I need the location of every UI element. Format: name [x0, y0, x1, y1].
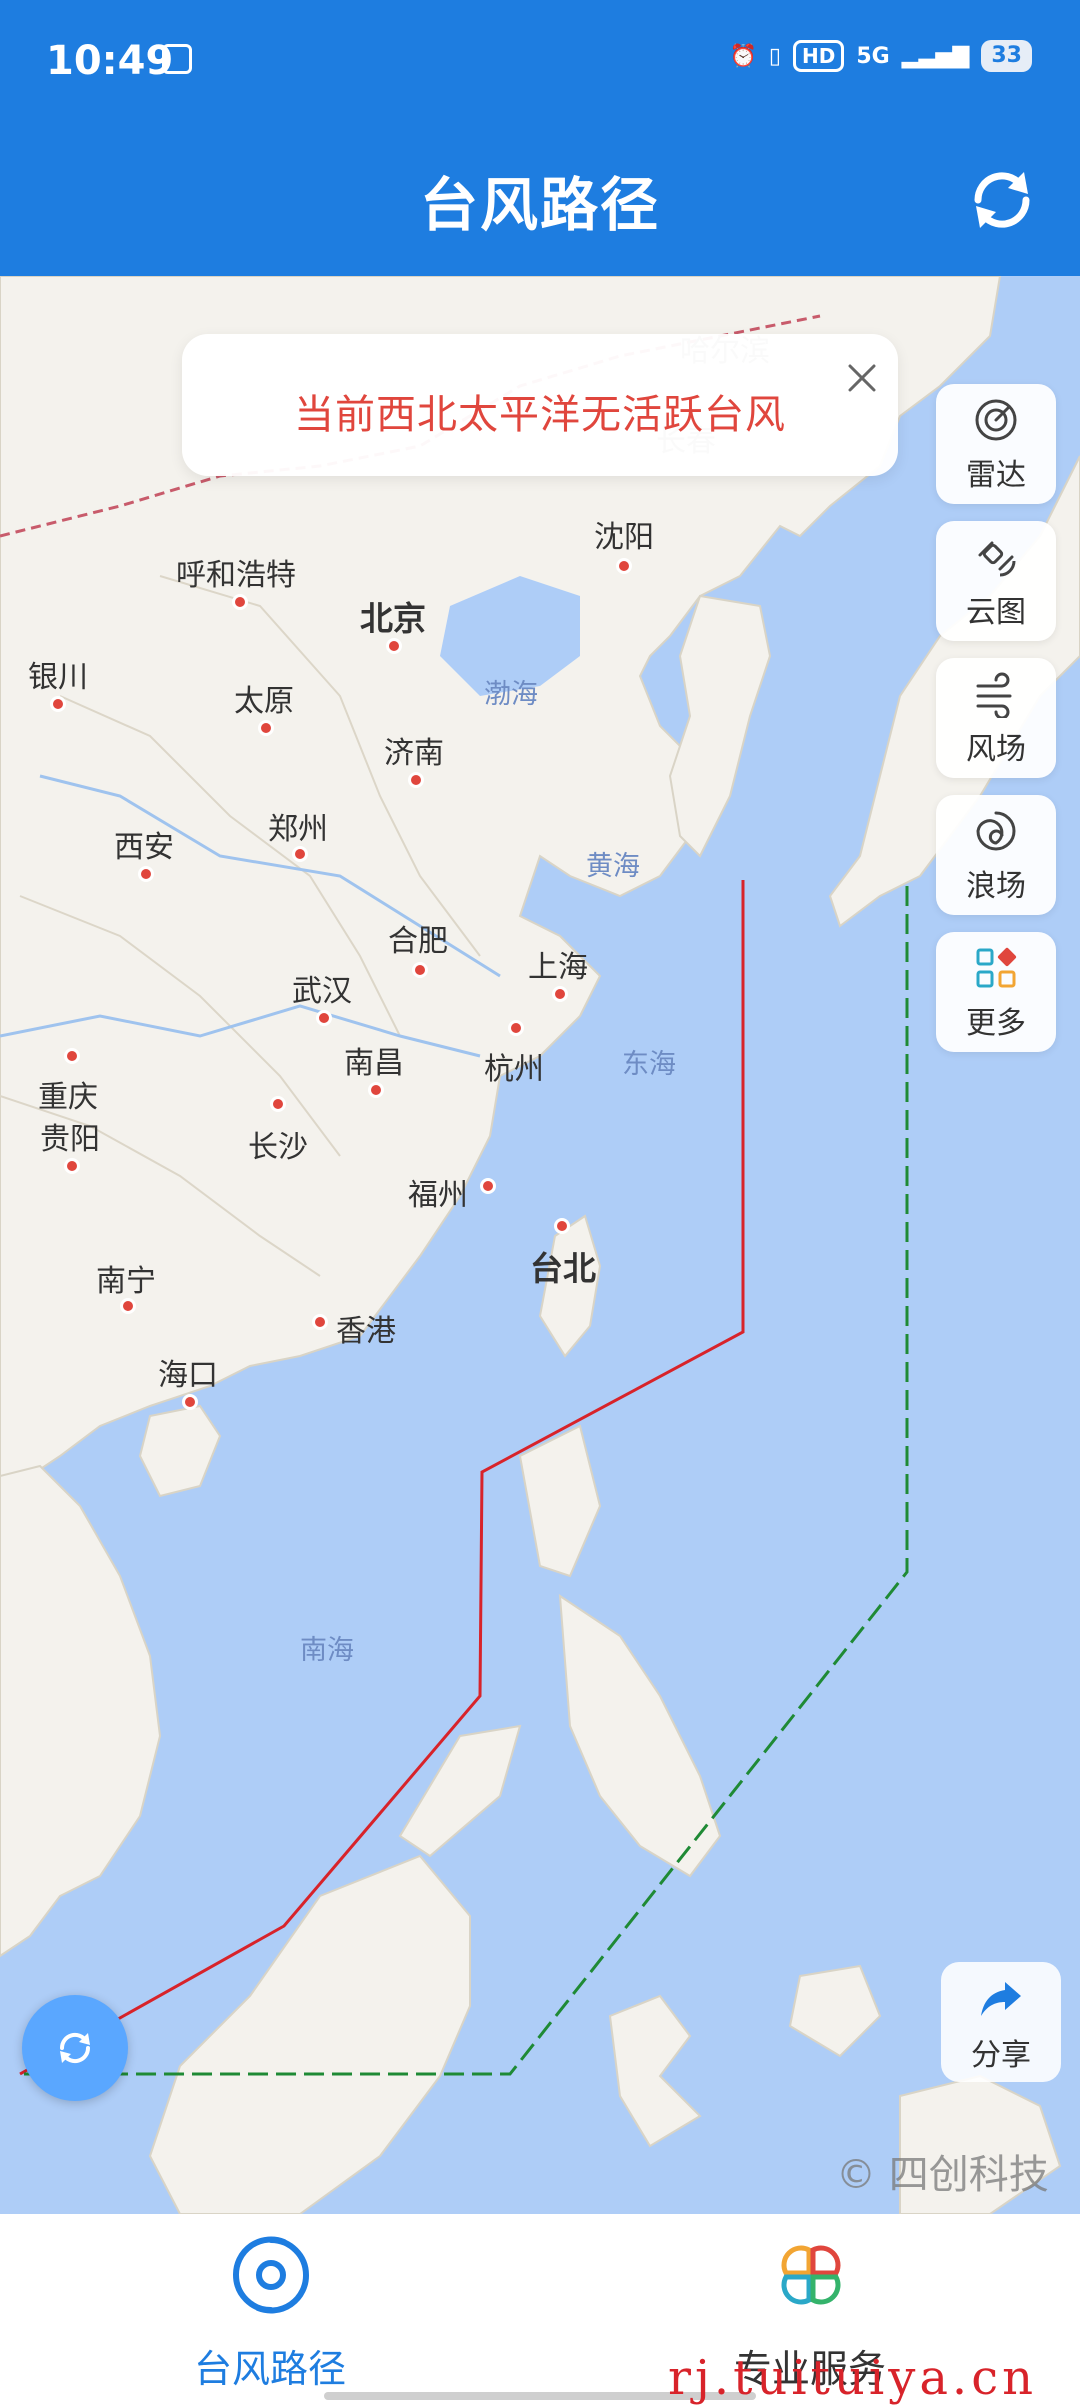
city-label: 台北 — [530, 1249, 596, 1288]
city-label: 银川 — [28, 660, 88, 695]
typhoon-status-banner: 当前西北太平洋无活跃台风 — [182, 334, 898, 476]
gallery-icon — [162, 44, 192, 74]
site-watermark: rj.tuituiya.cn — [668, 2350, 1037, 2406]
map-watermark: © 四创科技 — [836, 2152, 1049, 2198]
tab-typhoon-path-label: 台风路径 — [193, 2347, 346, 2391]
city-label: 太原 — [234, 684, 294, 719]
city-label: 香港 — [336, 1314, 396, 1349]
cloud-image-button[interactable]: 云图 — [936, 521, 1056, 641]
radar-button[interactable]: 雷达 — [936, 384, 1056, 504]
city-marker — [408, 772, 424, 788]
city-marker — [120, 1298, 136, 1314]
typhoon-icon — [232, 2236, 310, 2314]
city-label: 西安 — [114, 830, 174, 865]
cloud-image-label: 云图 — [966, 595, 1026, 630]
network-label: 5G — [856, 43, 890, 69]
map-refresh-button[interactable] — [22, 1995, 128, 2101]
city-label: 南宁 — [96, 1264, 156, 1299]
city-marker — [292, 846, 308, 862]
radar-label: 雷达 — [966, 458, 1026, 493]
city-marker — [312, 1314, 328, 1330]
more-label: 更多 — [966, 1006, 1026, 1041]
city-label: 合肥 — [388, 924, 448, 959]
city-marker — [616, 558, 632, 574]
radar-icon — [975, 399, 1017, 441]
city-label: 武汉 — [292, 974, 352, 1009]
city-label: 海口 — [158, 1358, 218, 1393]
sea-label: 渤海 — [484, 679, 538, 710]
tab-typhoon-path[interactable]: 台风路径 — [0, 2214, 540, 2408]
city-marker — [554, 1218, 570, 1234]
city-label: 北京 — [360, 599, 426, 638]
city-marker — [258, 720, 274, 736]
city-label: 贵阳 — [40, 1122, 100, 1157]
city-label: 沈阳 — [594, 520, 654, 555]
share-button[interactable]: 分享 — [941, 1962, 1061, 2082]
city-marker — [64, 1158, 80, 1174]
sea-label: 东海 — [622, 1049, 676, 1080]
wave-field-button[interactable]: 浪场 — [936, 795, 1056, 915]
vibrate-icon: ▯ — [768, 43, 781, 69]
city-marker — [138, 866, 154, 882]
status-bar: 10:49 ⏰ ▯ HD 5G ▂▃▅▇ 33 — [0, 0, 1080, 122]
hd-badge: HD — [792, 40, 845, 72]
close-icon[interactable] — [838, 354, 886, 402]
city-marker — [508, 1020, 524, 1036]
city-marker — [386, 638, 402, 654]
satellite-icon — [978, 541, 1016, 577]
city-label: 南昌 — [344, 1046, 404, 1081]
signal-icon: ▂▃▅▇ — [901, 43, 970, 69]
city-marker — [232, 594, 248, 610]
city-marker — [316, 1010, 332, 1026]
city-marker — [50, 696, 66, 712]
city-label: 上海 — [528, 950, 588, 985]
share-label: 分享 — [971, 2038, 1031, 2073]
wind-icon — [976, 672, 1012, 718]
city-label: 呼和浩特 — [176, 558, 296, 593]
refresh-icon — [59, 2032, 91, 2064]
city-label: 杭州 — [484, 1052, 544, 1087]
alarm-icon: ⏰ — [729, 43, 757, 69]
city-label: 重庆 — [38, 1080, 98, 1115]
battery-icon: 33 — [981, 40, 1032, 72]
city-marker — [182, 1394, 198, 1410]
city-label: 长沙 — [248, 1130, 308, 1165]
status-icons: ⏰ ▯ HD 5G ▂▃▅▇ 33 — [729, 40, 1032, 72]
banner-message: 当前西北太平洋无活跃台风 — [294, 392, 786, 438]
wind-field-label: 风场 — [966, 732, 1026, 767]
sea-label: 南海 — [300, 1635, 354, 1666]
page-title: 台风路径 — [419, 171, 660, 239]
header: 台风路径 — [0, 122, 1080, 276]
city-marker — [368, 1082, 384, 1098]
city-marker — [480, 1178, 496, 1194]
city-label: 福州 — [408, 1178, 468, 1213]
sea-label: 黄海 — [586, 851, 640, 882]
city-marker — [412, 962, 428, 978]
refresh-icon[interactable] — [958, 156, 1046, 244]
city-marker — [64, 1048, 80, 1064]
city-marker — [552, 986, 568, 1002]
more-grid-icon — [976, 947, 1017, 988]
city-label: 济南 — [384, 736, 444, 771]
wind-field-button[interactable]: 风场 — [936, 658, 1056, 778]
status-time: 10:49 — [46, 38, 174, 84]
wave-icon — [976, 811, 1016, 851]
city-marker — [270, 1096, 286, 1112]
clover-icon — [781, 2245, 841, 2305]
typhoon-map[interactable]: 渤海 黄海 东海 南海 哈尔滨 长春 沈阳 呼和浩特 北京 银川 太原 济南 西… — [0, 276, 1080, 2214]
more-button[interactable]: 更多 — [936, 932, 1056, 1052]
share-icon — [981, 1982, 1021, 2016]
wave-field-label: 浪场 — [966, 869, 1026, 904]
city-label: 郑州 — [268, 812, 328, 847]
